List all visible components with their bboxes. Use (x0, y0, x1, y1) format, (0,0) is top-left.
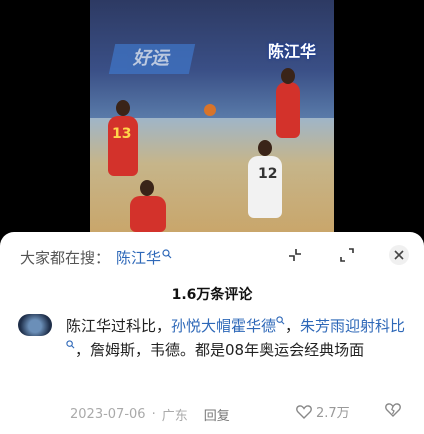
comments-sheet: 大家都在搜： 陈江华 1.6万条评论 陈江华过科比，孙悦大帽霍华德 ，朱芳雨迎射… (0, 232, 424, 434)
player-name-overlay: 陈江华 (268, 42, 317, 61)
search-icon (66, 340, 75, 349)
player-red-bottom (130, 196, 166, 232)
comment-text: 陈江华过科比，孙悦大帽霍华德 ，朱芳雨迎射科比 ，詹姆斯，韦德。都是08年奥运会经典… (66, 314, 412, 362)
comment-link[interactable]: 孙悦大帽霍华德 (171, 317, 276, 335)
comment-text-part: ，詹姆斯，韦德。都是08年奥运会经典场面 (75, 341, 365, 359)
sheet-toolbar (284, 244, 410, 266)
avatar[interactable] (18, 314, 52, 336)
video-player[interactable]: 好运 陈江华 13 12 (0, 0, 424, 232)
trending-search[interactable]: 大家都在搜： 陈江华 (20, 246, 172, 268)
jersey-number-12: 12 (258, 166, 278, 182)
collapse-icon[interactable] (284, 244, 306, 266)
trending-search-term[interactable]: 陈江华 (116, 247, 161, 268)
comment-count-title: 1.6万条评论 (171, 287, 253, 303)
video-frame: 好运 陈江华 13 12 (90, 0, 334, 232)
trending-search-prefix: 大家都在搜： (20, 248, 111, 267)
player-head (116, 100, 130, 116)
arena-banner: 好运 (108, 44, 196, 74)
comment-link[interactable]: 朱芳雨迎射科比 (300, 317, 405, 335)
like-button[interactable]: 2.7万 (296, 402, 350, 421)
reply-button[interactable]: 回复 (204, 405, 230, 424)
fullscreen-icon[interactable] (336, 244, 358, 266)
player-red-right (276, 82, 300, 138)
player-red-13 (108, 116, 138, 176)
comment-text-part: ， (285, 317, 301, 335)
search-icon (276, 316, 285, 325)
basketball (204, 104, 216, 116)
meta-separator: · (151, 407, 156, 422)
comment-text-part: 陈江华过科比， (66, 317, 172, 335)
player-head (140, 180, 154, 196)
comment-meta: 2023-07-06 · 广东 回复 (70, 405, 230, 424)
dislike-button[interactable] (385, 402, 401, 421)
player-head (281, 68, 295, 84)
player-head (258, 140, 272, 156)
close-icon[interactable] (388, 244, 410, 266)
heart-icon (296, 405, 312, 419)
like-count: 2.7万 (316, 406, 350, 421)
broken-heart-icon (385, 403, 401, 417)
jersey-number-13: 13 (112, 126, 132, 142)
search-icon (162, 249, 172, 259)
comment-location: 广东 (161, 409, 188, 424)
comment-date: 2023-07-06 (70, 407, 146, 422)
